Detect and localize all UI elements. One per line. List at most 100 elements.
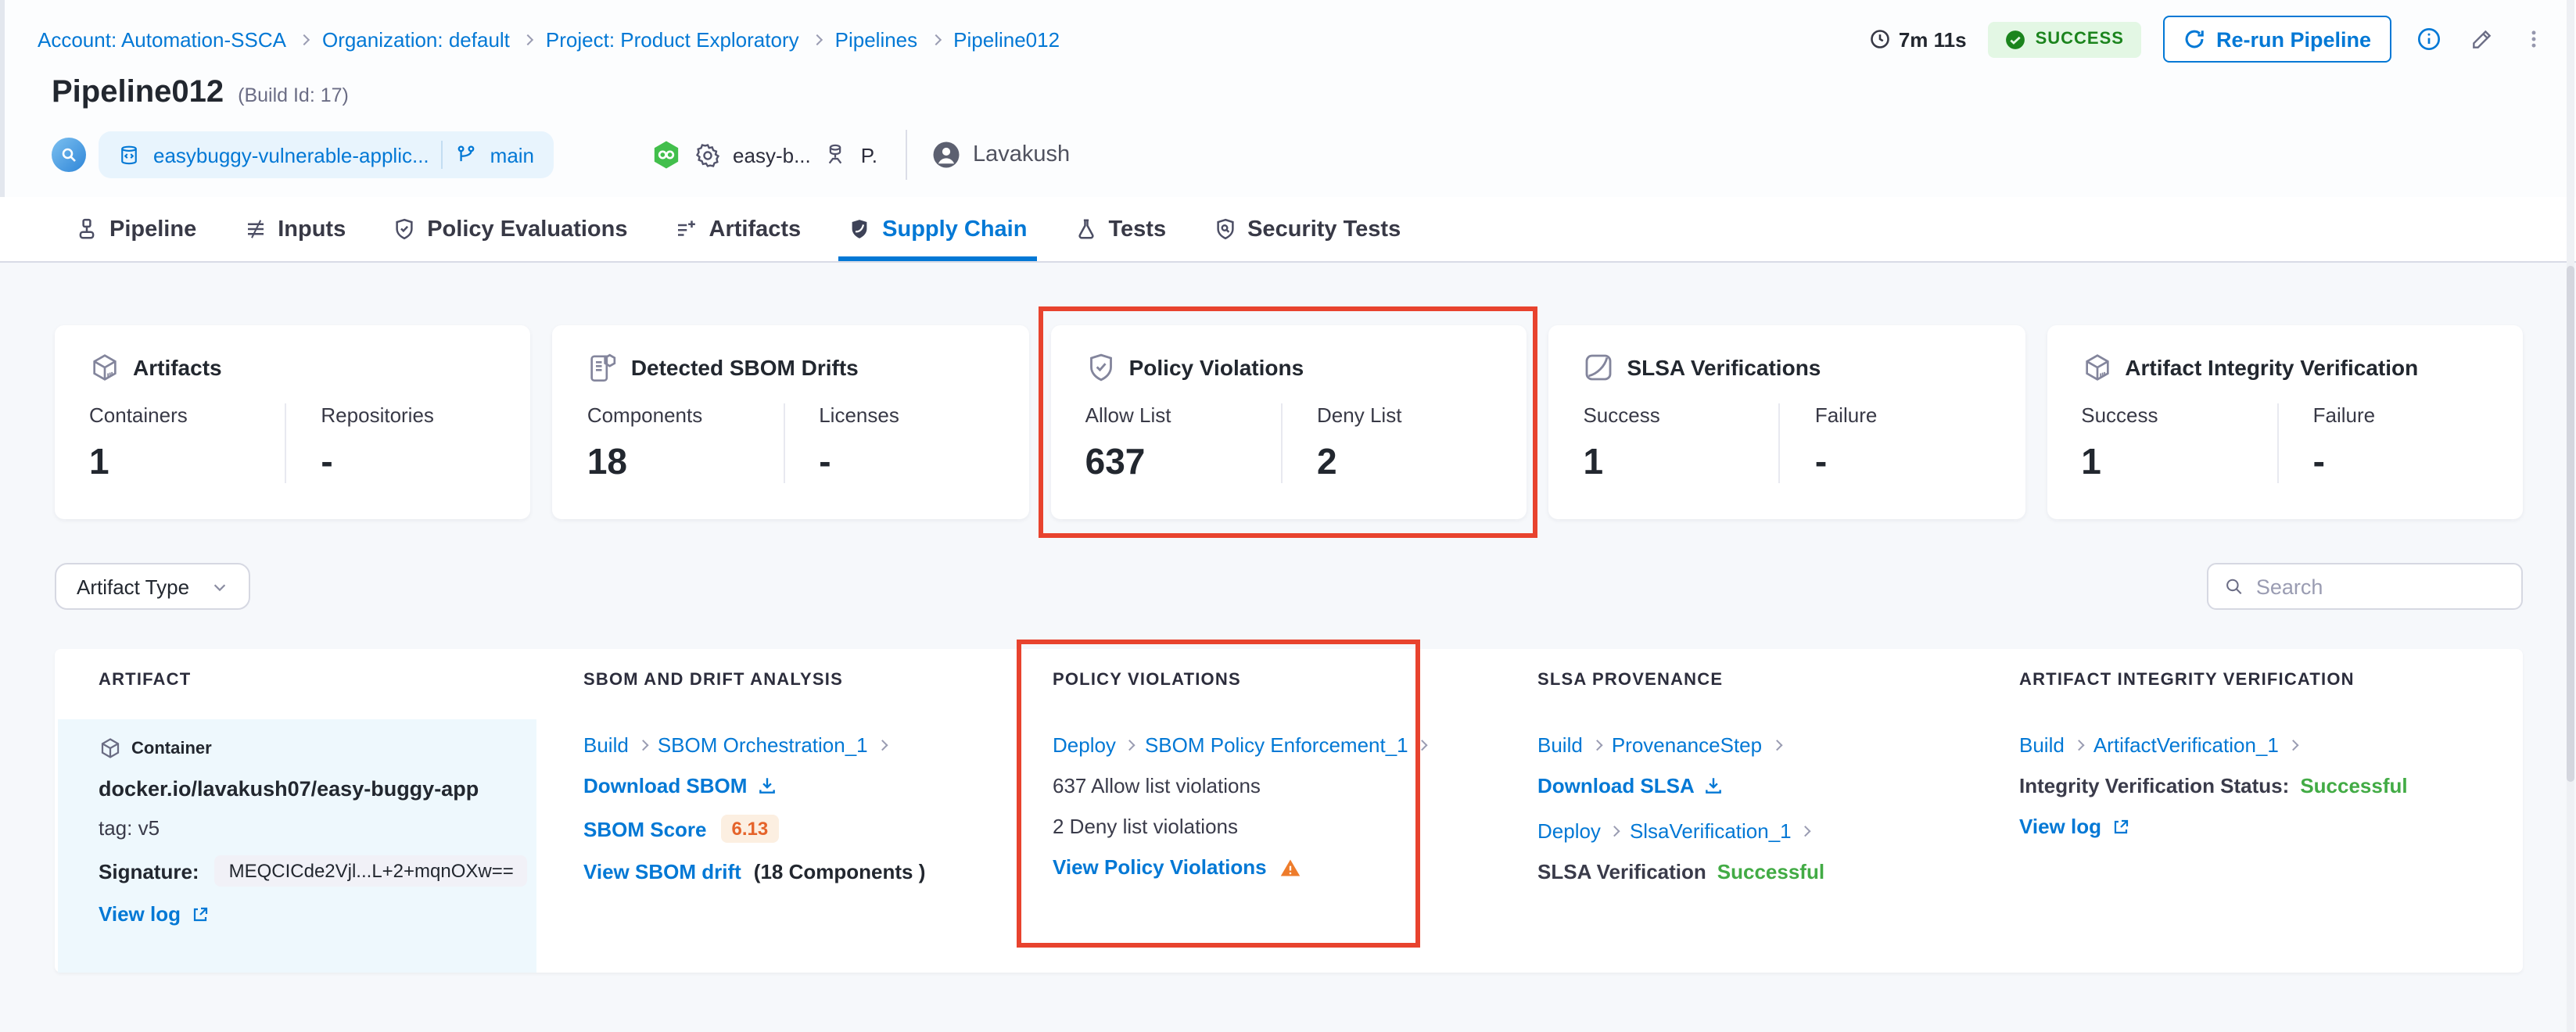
- breadcrumb-organization[interactable]: Organization: default: [322, 27, 510, 51]
- step-link[interactable]: SBOM Orchestration_1: [658, 733, 868, 757]
- sbom-cell: Build SBOM Orchestration_1 Download SBOM…: [540, 699, 1009, 973]
- info-icon[interactable]: [2413, 23, 2445, 55]
- slsa-status-value: Successful: [1717, 860, 1824, 883]
- metric-value: 1: [89, 441, 285, 483]
- metric-label: Failure: [1815, 403, 2000, 427]
- view-sbom-drift-link[interactable]: View SBOM drift: [583, 860, 741, 883]
- ci-hexagon-icon: [650, 139, 681, 170]
- search-box: [2207, 563, 2523, 610]
- repository-link[interactable]: easybuggy-vulnerable-applic...: [153, 143, 429, 167]
- tab-supply-chain[interactable]: Supply Chain: [848, 197, 1027, 261]
- step-link[interactable]: ProvenanceStep: [1612, 733, 1762, 757]
- artifact-cell: Container docker.io/lavakush07/easy-bugg…: [58, 719, 536, 973]
- download-icon[interactable]: [756, 776, 777, 796]
- repository-pill: easybuggy-vulnerable-applic... main: [99, 131, 553, 178]
- metric-label: Success: [2081, 403, 2276, 427]
- signature-value[interactable]: MEQCICde2Vjl...L+2+mqnOXw==: [215, 855, 528, 887]
- trigger-icon: [52, 138, 86, 172]
- deny-list-violations: 2 Deny list violations: [1053, 815, 1238, 838]
- integrity-status-value: Successful: [2300, 774, 2407, 797]
- stage-link[interactable]: Build: [2019, 733, 2065, 757]
- artifacts-table: ARTIFACT SBOM AND DRIFT ANALYSIS POLICY …: [55, 649, 2523, 973]
- tab-security-tests[interactable]: Security Tests: [1213, 197, 1401, 261]
- policy-violations-cell: Deploy SBOM Policy Enforcement_1 637 All…: [1009, 699, 1494, 973]
- view-policy-violations-link[interactable]: View Policy Violations: [1053, 855, 1267, 879]
- branch-link[interactable]: main: [490, 143, 534, 167]
- kebab-menu-icon[interactable]: [2520, 23, 2548, 55]
- download-icon[interactable]: [1704, 776, 1724, 796]
- supply-chain-shield-icon: [848, 217, 871, 241]
- build-step-label[interactable]: easy-b...: [733, 143, 811, 167]
- column-header-policy-violations: POLICY VIOLATIONS: [1009, 649, 1494, 699]
- integrity-status-label: Integrity Verification Status:: [2019, 774, 2289, 797]
- warning-triangle-icon: [1279, 856, 1301, 878]
- run-duration: 7m 11s: [1869, 27, 1967, 51]
- breadcrumb: Account: Automation-SSCA Organization: d…: [38, 27, 1060, 51]
- external-link-icon: [2111, 817, 2129, 836]
- tab-tests[interactable]: Tests: [1074, 197, 1166, 261]
- allow-list-violations: 637 Allow list violations: [1053, 774, 1261, 797]
- tab-inputs[interactable]: Inputs: [243, 197, 346, 261]
- scrollbar-thumb[interactable]: [2567, 266, 2574, 782]
- edit-pencil-icon[interactable]: [2467, 23, 2498, 55]
- chevron-right-icon: [812, 34, 823, 45]
- tab-pipeline[interactable]: Pipeline: [75, 197, 196, 261]
- gear-icon[interactable]: [694, 142, 720, 168]
- artifact-image-name: docker.io/lavakush07/easy-buggy-app: [99, 777, 479, 801]
- table-row: Container docker.io/lavakush07/easy-bugg…: [55, 699, 2523, 973]
- git-branch-icon: [456, 144, 478, 166]
- breadcrumb-project[interactable]: Project: Product Exploratory: [546, 27, 799, 51]
- breadcrumb-pipelines[interactable]: Pipelines: [835, 27, 918, 51]
- artifact-type-dropdown[interactable]: Artifact Type: [55, 563, 250, 610]
- cube-icon: [89, 352, 120, 383]
- metric-value: -: [819, 441, 1003, 483]
- container-cube-icon: [99, 736, 122, 760]
- card-artifacts: Artifacts Containers 1 Repositories -: [55, 325, 531, 519]
- tab-policy-evaluations[interactable]: Policy Evaluations: [393, 197, 627, 261]
- stage-link[interactable]: Build: [583, 733, 629, 757]
- chevron-down-icon: [211, 578, 228, 595]
- list-plus-icon: [675, 217, 698, 241]
- metric-value: 637: [1085, 441, 1281, 483]
- metric-label: Deny List: [1317, 403, 1501, 427]
- metric-label: Allow List: [1085, 403, 1281, 427]
- tab-artifacts[interactable]: Artifacts: [675, 197, 802, 261]
- chevron-right-icon: [1418, 740, 1428, 751]
- breadcrumb-account[interactable]: Account: Automation-SSCA: [38, 27, 286, 51]
- view-log-link[interactable]: View log: [2019, 815, 2101, 838]
- breadcrumb-pipeline012[interactable]: Pipeline012: [953, 27, 1060, 51]
- metric-label: Failure: [2313, 403, 2498, 427]
- search-input[interactable]: [2256, 575, 2506, 598]
- chevron-right-icon: [522, 34, 533, 45]
- rerun-pipeline-button[interactable]: Re-run Pipeline: [2163, 16, 2391, 63]
- slsa-shield-icon: [1583, 352, 1614, 383]
- chevron-right-icon: [2288, 740, 2298, 751]
- metric-value: -: [2313, 441, 2498, 483]
- step-link[interactable]: ArtifactVerification_1: [2093, 733, 2279, 757]
- metric-value: 1: [2081, 441, 2276, 483]
- signature-label: Signature:: [99, 859, 199, 883]
- shield-check-icon: [393, 217, 416, 241]
- search-icon: [2224, 575, 2244, 597]
- step-link[interactable]: SlsaVerification_1: [1630, 819, 1792, 843]
- stage-link[interactable]: Build: [1537, 733, 1583, 757]
- chevron-right-icon: [1592, 740, 1602, 751]
- view-log-link[interactable]: View log: [99, 902, 181, 926]
- chevron-right-icon: [299, 34, 310, 45]
- integrity-cell: Build ArtifactVerification_1 Integrity V…: [1975, 699, 2523, 973]
- download-slsa-link[interactable]: Download SLSA: [1537, 774, 1695, 797]
- pipeline-supply-chain-page: Account: Automation-SSCA Organization: d…: [0, 0, 2576, 1032]
- chevron-right-icon: [930, 34, 941, 45]
- download-sbom-link[interactable]: Download SBOM: [583, 774, 747, 797]
- step-link[interactable]: SBOM Policy Enforcement_1: [1145, 733, 1408, 757]
- card-slsa-verifications: SLSA Verifications Success 1 Failure -: [1548, 325, 2025, 519]
- stage-link[interactable]: Deploy: [1537, 819, 1601, 843]
- stage-link[interactable]: Deploy: [1053, 733, 1116, 757]
- slsa-provenance-cell: Build ProvenanceStep Download SLSA Deplo…: [1494, 699, 1975, 973]
- supply-chain-content: Artifacts Containers 1 Repositories -: [0, 263, 2576, 1032]
- sbom-score-link[interactable]: SBOM Score: [583, 817, 707, 840]
- delegate-initial-label[interactable]: P.: [861, 143, 877, 167]
- card-policy-violations: Policy Violations Allow List 637 Deny Li…: [1051, 325, 1527, 519]
- column-header-sbom: SBOM AND DRIFT ANALYSIS: [540, 649, 1009, 699]
- metric-label: Containers: [89, 403, 285, 427]
